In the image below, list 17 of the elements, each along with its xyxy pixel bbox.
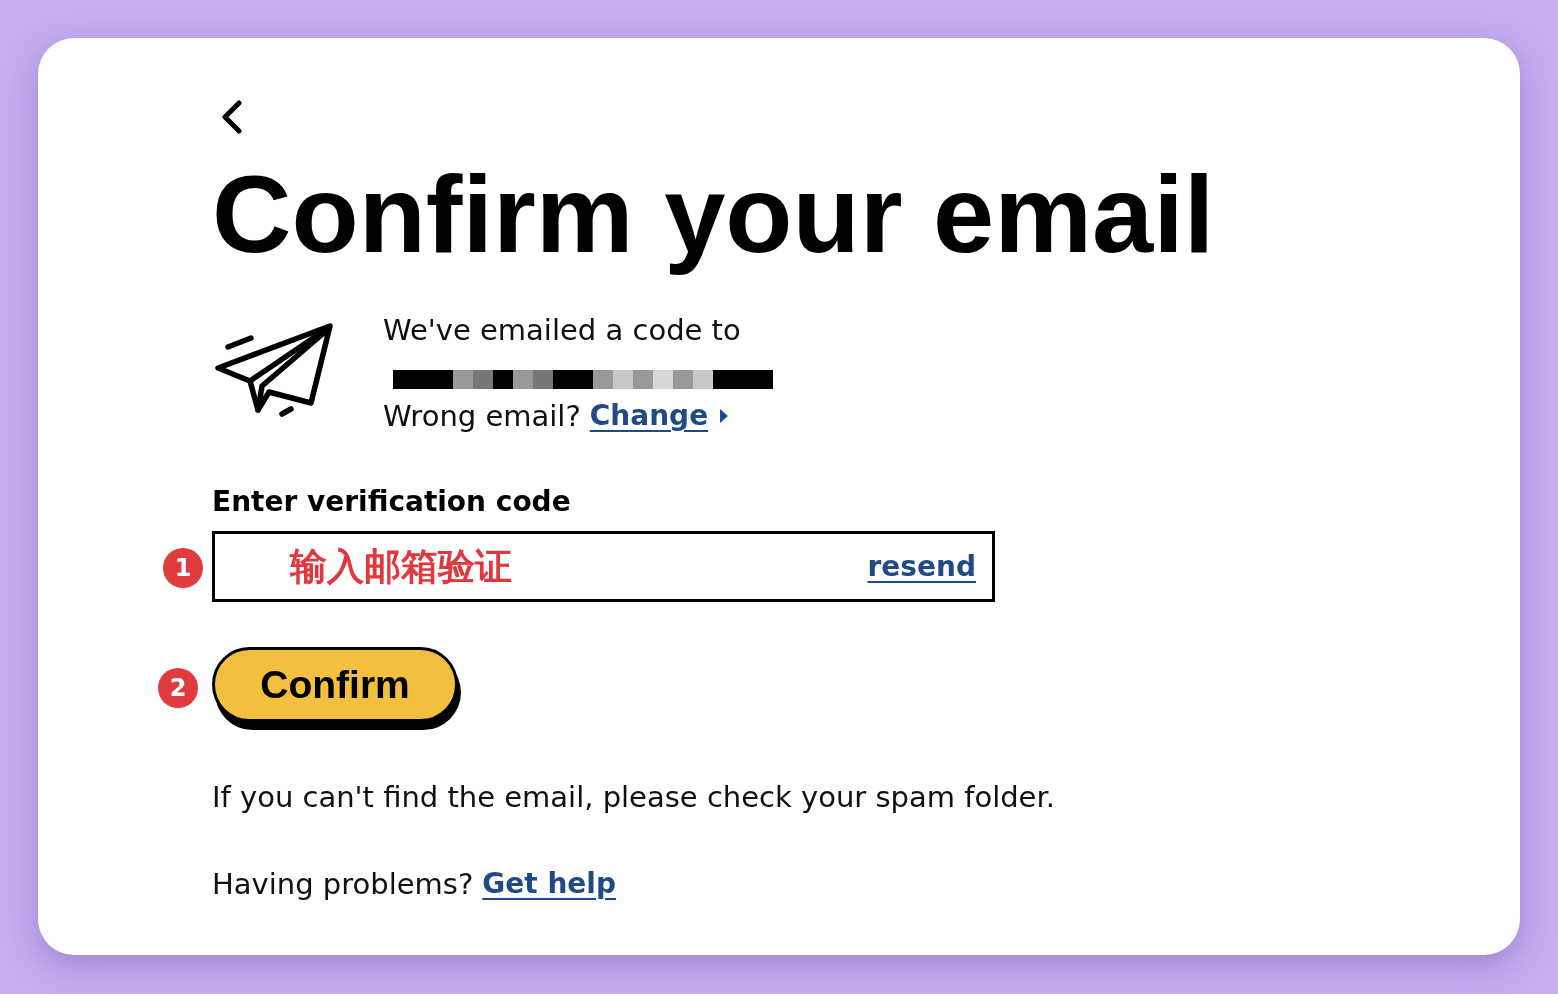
code-field-label: Enter verification code [212, 484, 571, 520]
help-prompt-text: Having problems? [212, 866, 474, 902]
caret-right-icon [720, 409, 729, 423]
spam-hint-text: If you can't find the email, please check your spam folder. [212, 779, 1055, 815]
code-input-field[interactable]: 输入邮箱验证 resend [212, 531, 995, 602]
step-marker: 1 [163, 548, 203, 588]
get-help-link[interactable]: Get help [482, 866, 616, 902]
step-marker: 2 [158, 668, 198, 708]
paper-plane-icon [214, 322, 334, 418]
sent-notice-text: We've emailed a code to [383, 312, 741, 348]
page-title: Confirm your email [212, 151, 1216, 277]
resend-link[interactable]: resend [867, 550, 976, 583]
back-button[interactable] [220, 100, 244, 134]
wrong-email-text: Wrong email? [383, 398, 581, 434]
change-link[interactable]: Change [589, 398, 729, 434]
chevron-left-icon [220, 100, 244, 134]
field-text: 输入邮箱验证 [290, 544, 512, 589]
